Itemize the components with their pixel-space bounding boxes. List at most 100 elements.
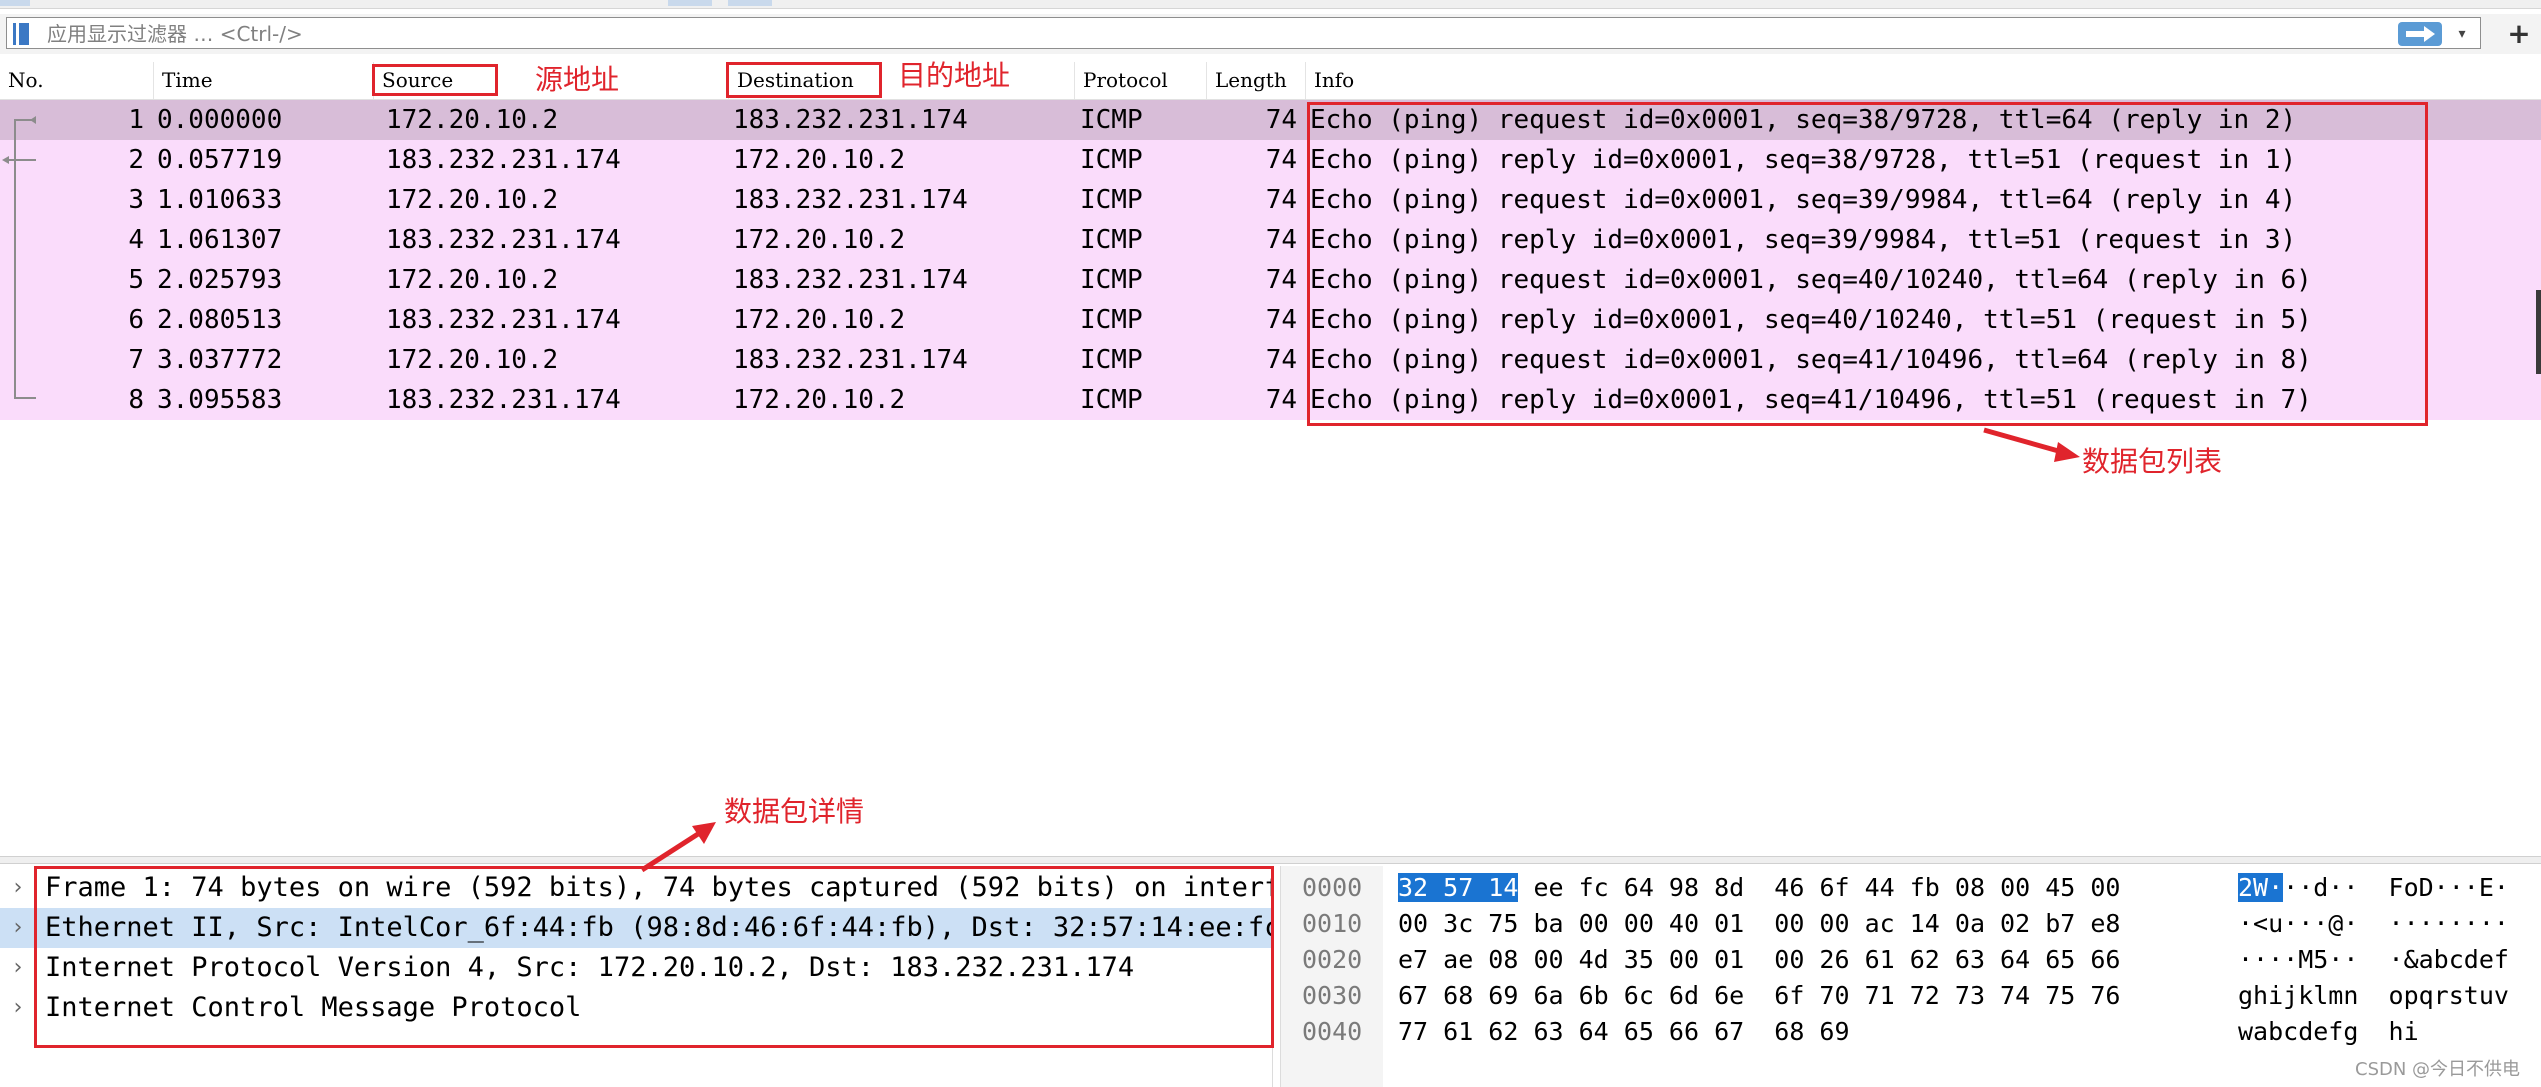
- toolbar-tab-marker: [0, 0, 30, 6]
- packet-time: 0.057719: [157, 145, 283, 175]
- chevron-right-icon[interactable]: ›: [8, 988, 28, 1028]
- packet-source: 172.20.10.2: [386, 105, 559, 135]
- arrow-right-icon: [2406, 26, 2435, 42]
- column-header-info[interactable]: Info: [1305, 62, 2541, 99]
- bookmark-icon[interactable]: [11, 22, 31, 46]
- scrollbar-marker[interactable]: [2536, 330, 2541, 374]
- packet-destination: 183.232.231.174: [733, 105, 968, 135]
- packet-destination: 183.232.231.174: [733, 345, 968, 375]
- packet-no: 6: [128, 305, 144, 335]
- packet-source: 172.20.10.2: [386, 185, 559, 215]
- hex-offset: 0030: [1302, 981, 1363, 1010]
- packet-time: 1.010633: [157, 185, 283, 215]
- related-packets-line: [14, 120, 16, 398]
- hex-offset: 0020: [1302, 945, 1363, 974]
- hex-bytes[interactable]: 67 68 69 6a 6b 6c 6d 6e 6f 70 71 72 73 7…: [1398, 978, 2120, 1014]
- hex-ascii[interactable]: wabcdefg hi: [2238, 1014, 2419, 1050]
- chevron-right-icon[interactable]: ›: [8, 948, 28, 988]
- packet-length: 74: [1265, 385, 1297, 415]
- packet-no: 8: [128, 385, 144, 415]
- packet-time: 3.037772: [157, 345, 283, 375]
- packet-destination: 172.20.10.2: [733, 225, 906, 255]
- packet-list-annotation-arrow: [1983, 427, 2080, 462]
- chevron-right-icon[interactable]: ›: [8, 868, 28, 908]
- packet-protocol: ICMP: [1080, 345, 1143, 375]
- packet-no: 5: [128, 265, 144, 295]
- toolbar-tab-marker: [668, 0, 712, 6]
- request-arrow-icon: [14, 116, 36, 124]
- column-header-time[interactable]: Time: [153, 62, 373, 99]
- plus-icon[interactable]: +: [2507, 20, 2531, 48]
- destination-annotation-label: 目的地址: [898, 59, 1011, 92]
- packet-protocol: ICMP: [1080, 145, 1143, 175]
- packet-source: 183.232.231.174: [386, 305, 621, 335]
- packet-protocol: ICMP: [1080, 105, 1143, 135]
- packet-no: 2: [128, 145, 144, 175]
- hex-ascii-selected: 2W·: [2238, 873, 2284, 902]
- packet-length: 74: [1265, 305, 1297, 335]
- hex-offset: 0010: [1302, 909, 1363, 938]
- packet-protocol: ICMP: [1080, 185, 1143, 215]
- packet-time: 0.000000: [157, 105, 283, 135]
- packet-time: 1.061307: [157, 225, 283, 255]
- hex-bytes-rest: ee fc 64 98 8d 46 6f 44 fb 08 00 45 00: [1518, 873, 2121, 902]
- packet-protocol: ICMP: [1080, 225, 1143, 255]
- packet-length: 74: [1265, 225, 1297, 255]
- column-header-length[interactable]: Length: [1206, 62, 1305, 99]
- packet-time: 2.080513: [157, 305, 283, 335]
- scrollbar-marker[interactable]: [2536, 290, 2541, 334]
- packet-protocol: ICMP: [1080, 385, 1143, 415]
- hex-ascii[interactable]: 2W···d·· FoD···E·: [2238, 870, 2509, 906]
- filter-placeholder: 应用显示过滤器 … <Ctrl-/>: [47, 22, 303, 46]
- packet-destination: 183.232.231.174: [733, 185, 968, 215]
- packet-time: 2.025793: [157, 265, 283, 295]
- chevron-down-icon[interactable]: ▾: [2450, 22, 2474, 46]
- packet-details-annotation-label: 数据包详情: [724, 795, 865, 828]
- hex-ascii[interactable]: ·<u···@· ········: [2238, 906, 2509, 942]
- packet-length: 74: [1265, 145, 1297, 175]
- packet-list-annotation-box: [1307, 102, 2428, 426]
- packet-source: 183.232.231.174: [386, 385, 621, 415]
- related-packets-line-end: [14, 397, 36, 399]
- hex-bytes[interactable]: 77 61 62 63 64 65 66 67 68 69: [1398, 1014, 1850, 1050]
- packet-source: 172.20.10.2: [386, 345, 559, 375]
- toolbar-strip: [0, 0, 2541, 9]
- packet-source: 183.232.231.174: [386, 145, 621, 175]
- column-header-no[interactable]: No.: [0, 62, 153, 99]
- packet-bytes-pane: 0000 32 57 14 ee fc 64 98 8d 46 6f 44 fb…: [1288, 866, 2541, 1087]
- hex-ascii[interactable]: ····M5·· ·&abcdef: [2238, 942, 2509, 978]
- hex-bytes[interactable]: e7 ae 08 00 4d 35 00 01 00 26 61 62 63 6…: [1398, 942, 2120, 978]
- packet-details-annotation-arrow: [640, 822, 716, 873]
- watermark: CSDN @今日不供电: [2355, 1059, 2521, 1080]
- apply-filter-button[interactable]: [2398, 22, 2442, 46]
- hex-ascii-rest: ··d·· FoD···E·: [2283, 873, 2509, 902]
- packet-destination: 172.20.10.2: [733, 145, 906, 175]
- hex-offset: 0000: [1302, 873, 1363, 902]
- packet-destination: 183.232.231.174: [733, 265, 968, 295]
- source-annotation-box: [372, 64, 498, 96]
- packet-source: 183.232.231.174: [386, 225, 621, 255]
- packet-source: 172.20.10.2: [386, 265, 559, 295]
- destination-annotation-box: [726, 62, 882, 98]
- display-filter-input[interactable]: 应用显示过滤器 … <Ctrl-/> ▾: [6, 17, 2481, 49]
- packet-length: 74: [1265, 345, 1297, 375]
- packet-destination: 172.20.10.2: [733, 385, 906, 415]
- hex-offset: 0040: [1302, 1017, 1363, 1046]
- display-filter-bar: 应用显示过滤器 … <Ctrl-/> ▾ +: [0, 14, 2541, 54]
- packet-no: 7: [128, 345, 144, 375]
- hex-bytes[interactable]: 00 3c 75 ba 00 00 40 01 00 00 ac 14 0a 0…: [1398, 906, 2120, 942]
- packet-protocol: ICMP: [1080, 265, 1143, 295]
- packet-length: 74: [1265, 185, 1297, 215]
- packet-length: 74: [1265, 265, 1297, 295]
- packet-no: 4: [128, 225, 144, 255]
- column-header-protocol[interactable]: Protocol: [1074, 62, 1206, 99]
- source-annotation-label: 源地址: [535, 63, 620, 96]
- packet-details-annotation-box: [34, 866, 1274, 1048]
- packet-destination: 172.20.10.2: [733, 305, 906, 335]
- hex-bytes[interactable]: 32 57 14 ee fc 64 98 8d 46 6f 44 fb 08 0…: [1398, 870, 2120, 906]
- hex-ascii[interactable]: ghijklmn opqrstuv: [2238, 978, 2509, 1014]
- pane-splitter[interactable]: [0, 856, 2541, 864]
- packet-no: 1: [128, 105, 144, 135]
- chevron-right-icon[interactable]: ›: [8, 908, 28, 948]
- packet-time: 3.095583: [157, 385, 283, 415]
